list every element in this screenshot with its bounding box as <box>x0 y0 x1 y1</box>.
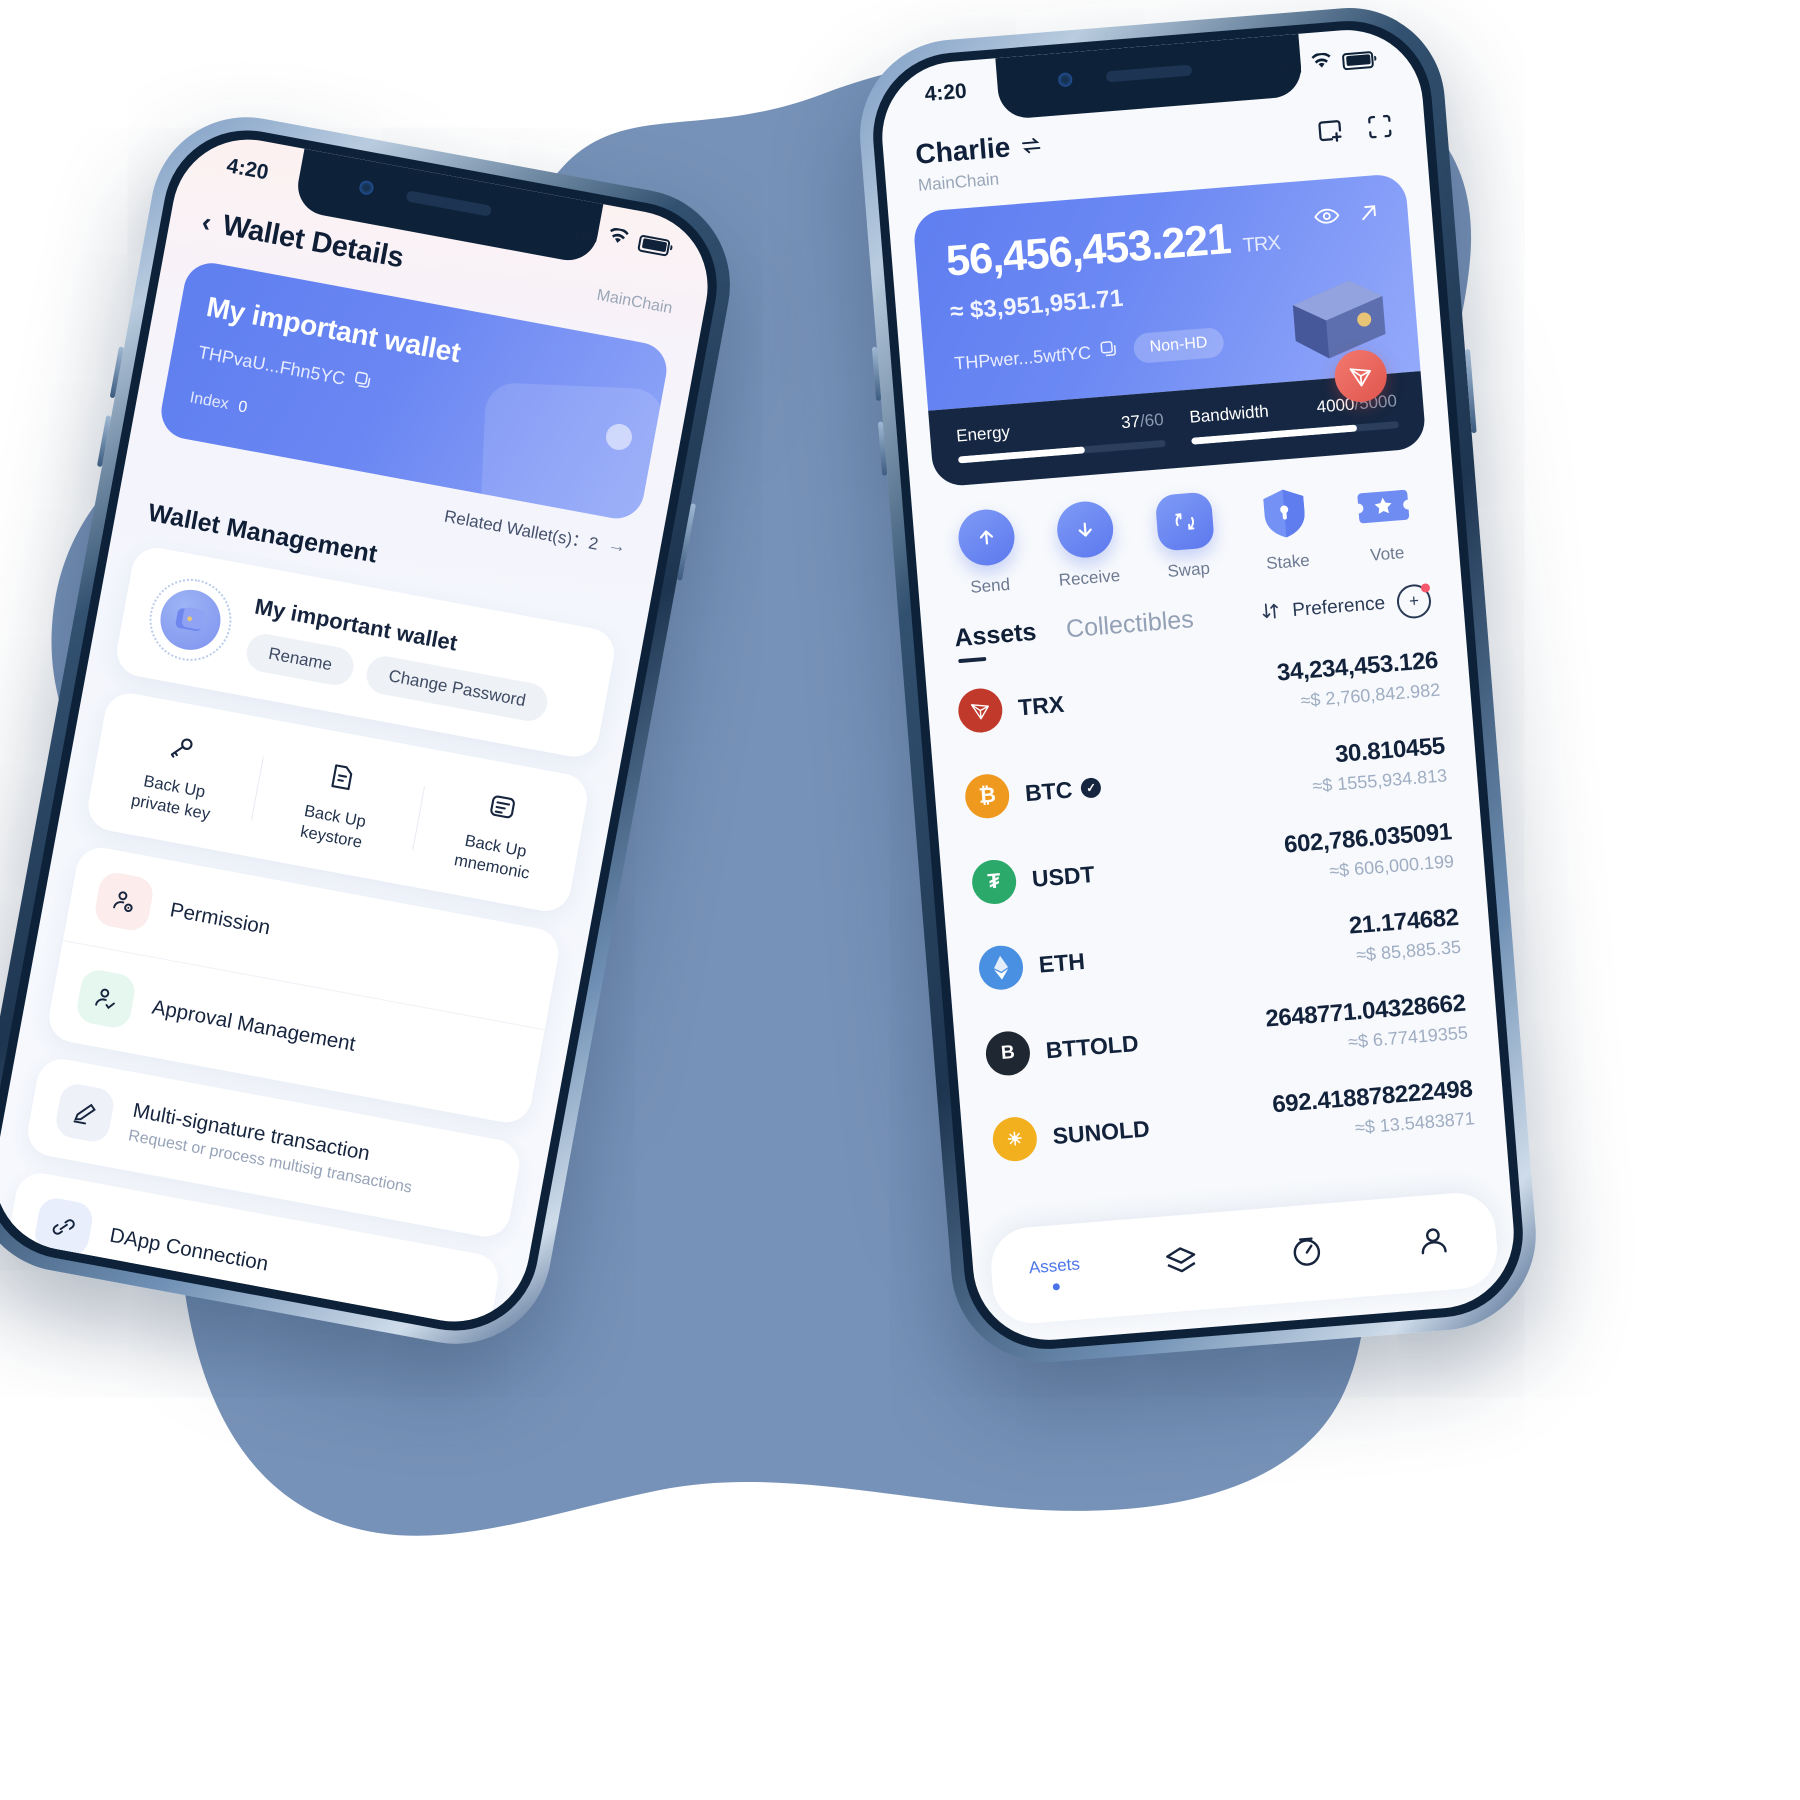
arrow-right-icon: → <box>606 533 628 557</box>
asset-usd: ≈$ 85,885.35 <box>1355 936 1462 966</box>
asset-symbol: BTTOLD <box>1044 1029 1140 1063</box>
action-vote[interactable]: Vote <box>1331 474 1437 569</box>
energy-label: Energy <box>955 422 1011 446</box>
tabbar-item-assets[interactable]: Assets <box>991 1251 1120 1295</box>
action-swap-label: Swap <box>1166 558 1211 582</box>
cellular-bars-icon-right <box>1279 57 1302 74</box>
sort-arrows-icon[interactable] <box>1260 600 1282 627</box>
chain-label-right: MainChain <box>917 169 1000 195</box>
dapp-connection-label: DApp Connection <box>107 1223 271 1276</box>
account-address-row[interactable]: THPwer...5wtfYC <box>953 338 1118 375</box>
btc-coin-icon: ₿ <box>963 772 1011 820</box>
add-token-icon[interactable]: + <box>1395 583 1433 620</box>
phone-right-assets: 4:20 Charlie MainChain 56,456,453.221 TR… <box>852 0 1544 1370</box>
permission-user-icon <box>92 870 156 934</box>
asset-symbol: BTC <box>1024 775 1074 806</box>
pencil-icon <box>53 1081 117 1145</box>
action-stake-label: Stake <box>1265 550 1311 574</box>
chevron-left-icon[interactable]: ‹ <box>200 207 214 238</box>
tabbar-item-layers[interactable] <box>1116 1239 1245 1288</box>
asset-symbol: SUNOLD <box>1051 1114 1151 1149</box>
card-decoration <box>479 381 665 523</box>
action-send-label: Send <box>969 574 1011 597</box>
tabbar-item-profile[interactable] <box>1369 1218 1498 1267</box>
status-time: 4:20 <box>224 154 271 185</box>
backup-keystore-button[interactable]: Back Up keystore <box>249 745 426 863</box>
wifi-icon <box>605 225 631 253</box>
approval-management-label: Approval Management <box>150 995 358 1057</box>
add-box-icon[interactable] <box>1314 114 1347 151</box>
ticket-star-icon <box>1353 475 1413 535</box>
bandwidth-label: Bandwidth <box>1188 401 1270 427</box>
tab-assets[interactable]: Assets <box>953 618 1038 665</box>
account-name: Charlie <box>914 131 1012 170</box>
tabbar-item-explore[interactable] <box>1243 1229 1372 1278</box>
energy-value: 37/60 <box>1120 409 1165 433</box>
action-swap[interactable]: Swap <box>1133 490 1239 585</box>
sunold-coin-icon: ☀ <box>991 1115 1039 1163</box>
profile-icon <box>1415 1222 1452 1264</box>
bttold-coin-icon: B <box>984 1029 1032 1078</box>
wallet-avatar-icon <box>142 572 239 668</box>
balance-symbol: TRX <box>1241 232 1281 257</box>
rename-button[interactable]: Rename <box>243 631 357 689</box>
action-receive-label: Receive <box>1058 565 1121 590</box>
account-name-row[interactable]: Charlie <box>914 129 1043 171</box>
layers-icon <box>1163 1242 1200 1284</box>
wifi-icon-right <box>1310 50 1334 76</box>
tabbar-assets-label: Assets <box>1028 1254 1081 1278</box>
chain-label: MainChain <box>595 286 674 317</box>
scan-qr-icon[interactable] <box>1364 110 1397 147</box>
shield-lock-icon <box>1254 483 1314 543</box>
eth-coin-icon <box>977 944 1025 992</box>
action-receive[interactable]: Receive <box>1034 498 1140 593</box>
action-send[interactable]: Send <box>934 506 1040 601</box>
assets-dot-icon <box>1052 1283 1060 1291</box>
status-time-right: 4:20 <box>923 79 968 106</box>
asset-usd: ≈$ 1555,934.813 <box>1311 765 1448 797</box>
usdt-coin-icon: ₮ <box>970 858 1018 906</box>
arrow-down-icon <box>1055 499 1116 560</box>
asset-symbol: ETH <box>1037 947 1086 978</box>
arrow-up-icon <box>956 507 1017 568</box>
battery-icon-right <box>1341 50 1375 70</box>
balance-amount: 56,456,453.221 <box>944 215 1233 286</box>
hd-badge: Non-HD <box>1132 326 1225 365</box>
trx-coin-icon <box>956 686 1005 735</box>
approval-user-check-icon <box>74 967 138 1031</box>
action-vote-label: Vote <box>1369 543 1405 565</box>
energy-resource: Energy 37/60 <box>955 409 1166 464</box>
switch-account-icon[interactable] <box>1019 129 1043 163</box>
battery-icon <box>637 233 671 257</box>
asset-symbol: TRX <box>1017 690 1066 720</box>
copy-icon-right[interactable] <box>1098 338 1119 363</box>
action-stake[interactable]: Stake <box>1232 482 1338 577</box>
permission-label: Permission <box>168 898 273 940</box>
cellular-bars-icon <box>574 223 599 242</box>
backup-private-key-button[interactable]: Back Up private key <box>88 715 265 833</box>
backup-mnemonic-button[interactable]: Back Up mnemonic <box>410 774 587 892</box>
explore-icon <box>1289 1232 1326 1274</box>
wallet-3d-icon <box>1277 272 1394 367</box>
swap-icon <box>1154 491 1215 552</box>
copy-icon[interactable] <box>351 369 374 396</box>
assets-list[interactable]: TRX 34,234,453.126 ≈$ 2,760,842.982 ₿ BT… <box>925 624 1510 1228</box>
eye-icon[interactable] <box>1313 205 1341 232</box>
verified-badge-icon: ✓ <box>1080 777 1102 799</box>
arrow-up-right-icon[interactable] <box>1357 201 1381 230</box>
asset-amount: 30.810455 <box>1334 732 1446 769</box>
asset-symbol: USDT <box>1030 860 1096 892</box>
asset-amount: 21.174682 <box>1347 903 1460 940</box>
link-chain-icon <box>32 1195 96 1259</box>
preference-label[interactable]: Preference <box>1292 593 1386 622</box>
account-address: THPwer...5wtfYC <box>953 342 1092 373</box>
wallet-address: THPvaU...Fhn5YC <box>196 341 347 389</box>
